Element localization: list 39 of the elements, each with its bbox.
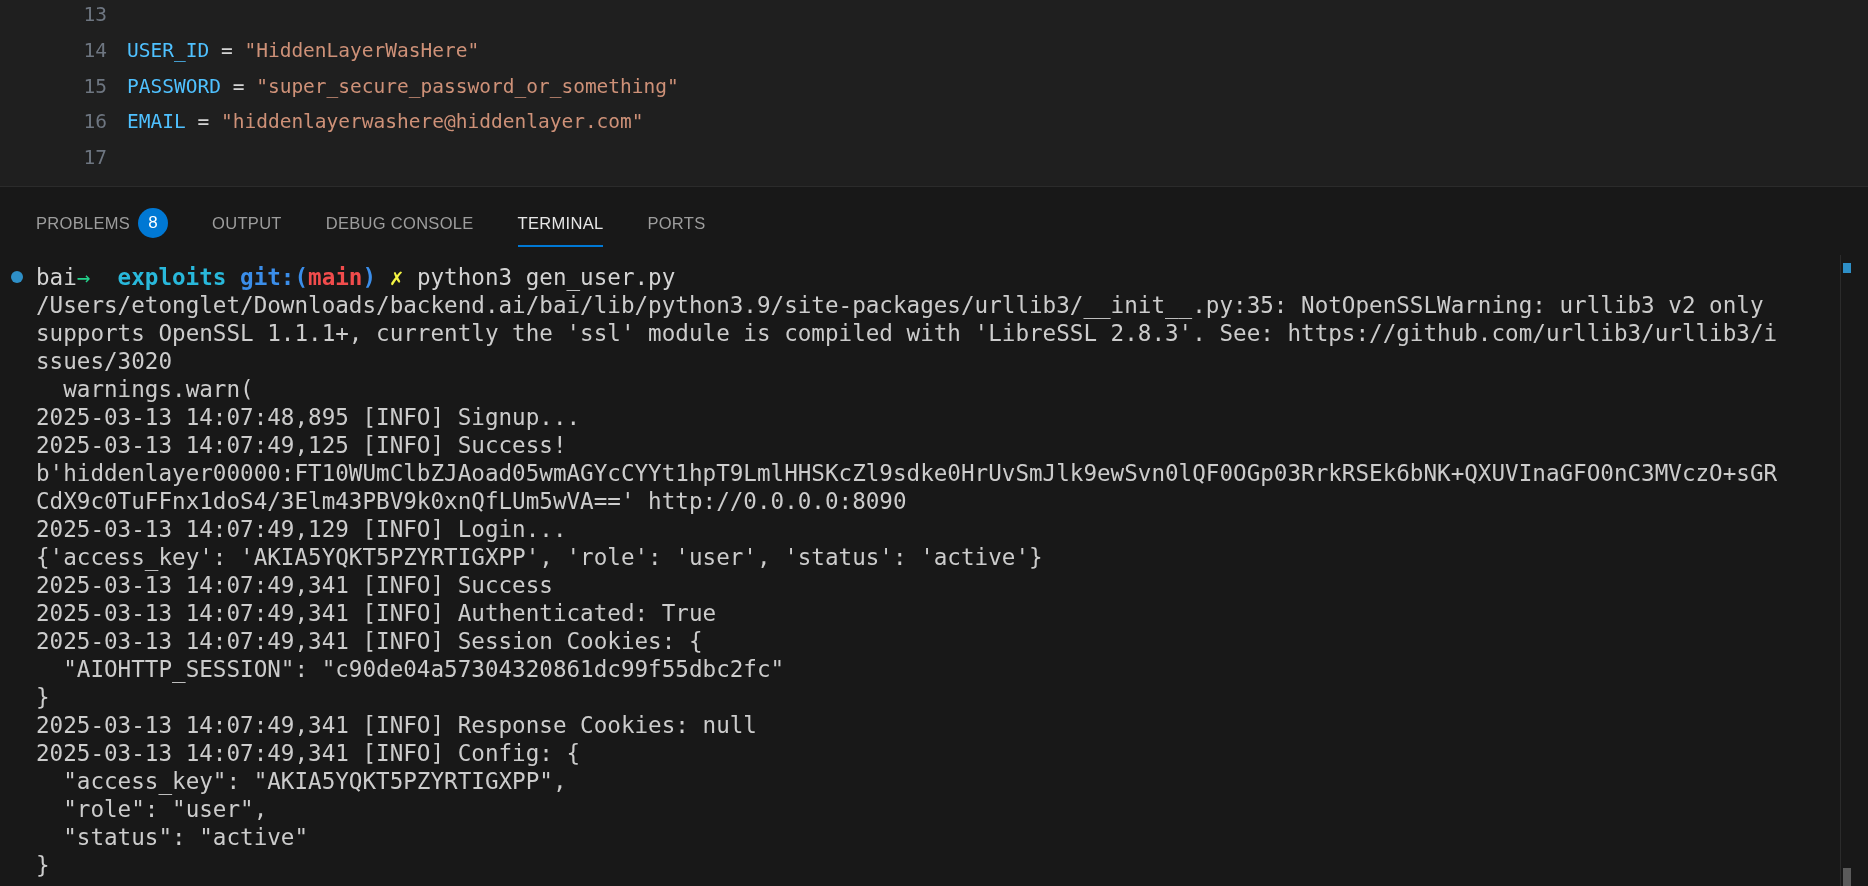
terminal-line: "access_key": "AKIA5YQKT5PZYRTIGXPP",	[62, 768, 567, 794]
terminal-line: {'access_key': 'AKIA5YQKT5PZYRTIGXPP', 'role': 'user', 'status': 'active'}	[36, 544, 1043, 570]
terminal-line: 2025-03-13 14:07:49,125 [INFO] Success!	[36, 432, 567, 458]
terminal-line: }	[36, 684, 50, 710]
terminal-line: CdX9c0TuFFnx1doS4/3Elm43PBV9k0xnQfLUm5wVA==' http://0.0.0.0:8090	[36, 488, 907, 514]
line-number: 16	[82, 110, 107, 134]
line-number: 15	[82, 74, 107, 98]
terminal-line: /Users/etonglet/Downloads/backend.ai/bai/lib/python3.9/site-packages/urllib3/__init__.py:35: NotOpenSSLWarning: urllib3 v2 only	[36, 292, 1764, 318]
panel-tab[interactable]: OUTPUT	[212, 201, 282, 247]
line-number: 17	[82, 146, 107, 170]
panel-tab[interactable]: TERMINAL	[517, 201, 604, 247]
code-line: PASSWORD = "super_secure_password_or_something"	[127, 74, 679, 98]
terminal-line: ssues/3020	[36, 348, 173, 374]
line-number: 14	[82, 39, 107, 63]
terminal-line: 2025-03-13 14:07:49,129 [INFO] Login...	[36, 516, 567, 542]
terminal-line: "status": "active"	[62, 824, 309, 850]
terminal-line: 2025-03-13 14:07:48,895 [INFO] Signup...	[36, 404, 581, 430]
panel-tab[interactable]: PORTS	[647, 201, 706, 247]
terminal-line: "role": "user",	[62, 796, 268, 822]
line-number: 13	[82, 3, 107, 27]
terminal-line: 2025-03-13 14:07:49,341 [INFO] Session Cookies: {	[36, 628, 703, 654]
scrollbar-thumb[interactable]	[1843, 868, 1851, 886]
terminal-line: 2025-03-13 14:07:49,341 [INFO] Authenticated: True	[36, 600, 717, 626]
panel-tab[interactable]: DEBUG CONSOLE	[325, 201, 474, 247]
code-line: USER_ID = "HiddenLayerWasHere"	[127, 39, 480, 63]
dot-icon[interactable]	[11, 271, 23, 283]
count-badge: 8	[138, 208, 169, 238]
overview-marker	[1843, 263, 1851, 273]
terminal-line: 2025-03-13 14:07:49,341 [INFO] Response Cookies: null	[36, 712, 757, 738]
terminal-line: "AIOHTTP_SESSION": "c90de04a57304320861dc99f55dbc2fc"	[62, 656, 785, 682]
code-line: EMAIL = "hiddenlayerwashere@hiddenlayer.com"	[127, 110, 644, 134]
panel-tab[interactable]: PROBLEMS 8	[36, 201, 169, 247]
terminal-line: warnings.warn(	[62, 376, 254, 402]
prompt-line: bai→ exploits git:(main) ✗ python3 gen_user.py	[36, 264, 676, 290]
terminal-line: b'hiddenlayer00000:FT10WUmClbZJAoad05wmAGYcCYYt1hpT9LmlHHSKcZl9sdke0HrUvSmJlk9ewSvn0lQF0OGp03RrkRSEk6bNK+QXUVInaGFO0nC3MVczO+sGR	[36, 460, 1778, 486]
terminal-line: 2025-03-13 14:07:49,341 [INFO] Config: {	[36, 740, 581, 766]
terminal-line: 2025-03-13 14:07:49,341 [INFO] Success	[36, 572, 553, 598]
terminal-line: }	[36, 852, 50, 878]
terminal-line: supports OpenSSL 1.1.1+, currently the 'ssl' module is compiled with 'LibreSSL 2.8.3'. See: https://github.com/urllib3/urllib3/i	[36, 320, 1778, 346]
